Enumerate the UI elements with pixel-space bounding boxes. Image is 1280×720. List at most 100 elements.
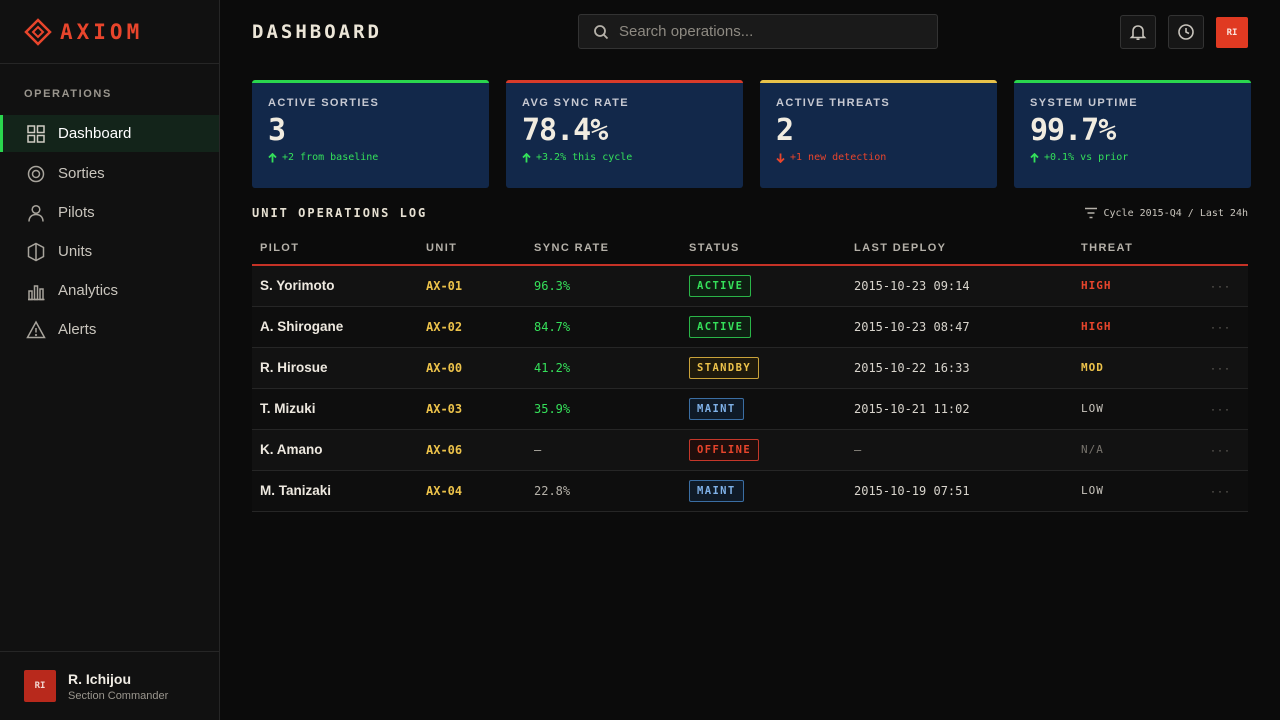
stat-card-active-sorties[interactable]: ACTIVE SORTIES 3 +2 from baseline — [252, 80, 489, 188]
user-name: R. Ichijou — [68, 670, 131, 687]
sidebar-item-pilots[interactable]: Pilots — [0, 193, 219, 232]
pilot-name: A. Shirogane — [252, 306, 418, 348]
notifications-button[interactable] — [1120, 15, 1156, 49]
unit-id: AX-02 — [418, 306, 526, 348]
row-menu-button[interactable]: ··· — [1173, 306, 1248, 348]
row-menu-button[interactable]: ··· — [1173, 388, 1248, 430]
table-row[interactable]: K. Amano AX-06 — OFFLINE — N/A ··· — [252, 429, 1248, 471]
stat-card-active-threats[interactable]: ACTIVE THREATS 2 +1 new detection — [760, 80, 997, 188]
unit-id: AX-04 — [418, 470, 526, 512]
stat-value: 2 — [776, 113, 794, 148]
unit-id: AX-03 — [418, 388, 526, 430]
sync-rate: 22.8% — [526, 470, 681, 512]
stat-delta: +3.2% this cycle — [522, 152, 727, 163]
pilot-name: T. Mizuki — [252, 388, 418, 430]
log-filter[interactable]: Cycle 2015-Q4 / Last 24h — [1084, 207, 1249, 219]
column-header-unit[interactable]: UNIT — [418, 232, 526, 266]
sidebar-item-sorties[interactable]: Sorties — [0, 154, 219, 193]
stat-delta-text: +0.1% vs prior — [1044, 152, 1129, 163]
status-cell: MAINT — [681, 388, 846, 430]
arrow-up-icon — [1030, 152, 1039, 162]
last-deploy: 2015-10-19 07:51 — [846, 470, 1073, 512]
table-row[interactable]: M. Tanizaki AX-04 22.8% MAINT 2015-10-19… — [252, 470, 1248, 512]
stat-delta-text: +3.2% this cycle — [536, 152, 633, 163]
column-header-status[interactable]: STATUS — [681, 232, 846, 266]
stat-delta: +2 from baseline — [268, 152, 473, 163]
pilot-name: R. Hirosue — [252, 347, 418, 389]
table-row[interactable]: T. Mizuki AX-03 35.9% MAINT 2015-10-21 1… — [252, 388, 1248, 430]
column-header-last-deploy[interactable]: LAST DEPLOY — [846, 232, 1073, 266]
stat-label: AVG SYNC RATE — [522, 97, 630, 109]
column-header-pilot[interactable]: PILOT — [252, 232, 418, 266]
sidebar-item-label: Sorties — [58, 165, 105, 182]
user-info: R. Ichijou Section Commander — [68, 671, 168, 702]
sync-rate: 84.7% — [526, 306, 681, 348]
user-role: Section Commander — [68, 689, 169, 702]
table-row[interactable]: A. Shirogane AX-02 84.7% ACTIVE 2015-10-… — [252, 306, 1248, 348]
status-badge: ACTIVE — [689, 315, 752, 338]
stat-card-system-uptime[interactable]: SYSTEM UPTIME 99.7% +0.1% vs prior — [1014, 80, 1251, 188]
sidebar-item-label: Analytics — [58, 282, 119, 299]
top-actions: RI — [1120, 15, 1248, 49]
last-deploy: — — [846, 429, 1073, 471]
brand[interactable]: AXIOM — [0, 0, 219, 64]
stat-label: ACTIVE SORTIES — [268, 97, 380, 109]
stat-card-avg-sync-rate[interactable]: AVG SYNC RATE 78.4% +3.2% this cycle — [506, 80, 743, 188]
last-deploy: 2015-10-23 08:47 — [846, 306, 1073, 348]
log-header: UNIT OPERATIONS LOG Cycle 2015-Q4 / Last… — [252, 206, 1248, 220]
table-row[interactable]: S. Yorimoto AX-01 96.3% ACTIVE 2015-10-2… — [252, 265, 1248, 307]
threat-level: N/A — [1073, 429, 1173, 471]
sidebar-item-dashboard[interactable]: Dashboard — [0, 115, 219, 152]
page-title: DASHBOARD — [252, 21, 382, 43]
threat-level: LOW — [1073, 388, 1173, 430]
last-deploy: 2015-10-21 11:02 — [846, 388, 1073, 430]
row-menu-button[interactable]: ··· — [1173, 347, 1248, 389]
pilot-name: M. Tanizaki — [252, 470, 418, 512]
history-button[interactable] — [1168, 15, 1204, 49]
row-menu-button[interactable]: ··· — [1173, 265, 1248, 307]
sidebar-item-label: Pilots — [58, 204, 95, 221]
threat-level: LOW — [1073, 470, 1173, 512]
log-title: UNIT OPERATIONS LOG — [252, 206, 428, 220]
stat-value: 78.4% — [522, 113, 608, 148]
unit-id: AX-06 — [418, 429, 526, 471]
stat-delta: +1 new detection — [776, 152, 981, 163]
log-filter-text: Cycle 2015-Q4 / Last 24h — [1103, 207, 1249, 219]
search-icon — [594, 24, 609, 39]
row-menu-button[interactable]: ··· — [1173, 429, 1248, 471]
threat-level: HIGH — [1073, 265, 1173, 307]
unit-id: AX-00 — [418, 347, 526, 389]
target-icon — [27, 165, 45, 182]
stat-delta-text: +2 from baseline — [282, 152, 379, 163]
clock-icon — [1178, 24, 1194, 40]
status-badge: OFFLINE — [689, 438, 760, 461]
row-menu-button[interactable]: ··· — [1173, 470, 1248, 512]
column-header-threat[interactable]: THREAT — [1073, 232, 1173, 266]
table-row[interactable]: R. Hirosue AX-00 41.2% STANDBY 2015-10-2… — [252, 347, 1248, 389]
pilot-name: S. Yorimoto — [252, 265, 418, 307]
warning-icon — [26, 319, 46, 338]
sync-rate: 41.2% — [526, 347, 681, 389]
search-input[interactable] — [619, 23, 919, 40]
column-header-sync-rate[interactable]: SYNC RATE — [526, 232, 681, 266]
status-badge: ACTIVE — [689, 274, 752, 297]
sidebar-item-units[interactable]: Units — [0, 232, 219, 271]
table-header-row: PILOT UNIT SYNC RATE STATUS LAST DEPLOY … — [252, 232, 1248, 266]
sidebar-item-label: Units — [58, 243, 93, 260]
stat-value: 3 — [268, 113, 286, 148]
status-cell: ACTIVE — [681, 265, 846, 307]
arrow-down-icon — [776, 153, 785, 163]
stat-value: 99.7% — [1030, 113, 1116, 148]
search-box[interactable] — [578, 14, 938, 49]
topbar: DASHBOARD RI — [220, 0, 1280, 64]
threat-level: MOD — [1073, 347, 1173, 389]
sidebar-item-label: Alerts — [58, 321, 97, 338]
profile-avatar-button[interactable]: RI — [1216, 17, 1248, 48]
sidebar-item-analytics[interactable]: Analytics — [0, 271, 219, 310]
sidebar-item-alerts[interactable]: Alerts — [0, 310, 219, 349]
main-content: DASHBOARD RI ACTIVE SORTIES 3 — [220, 0, 1280, 720]
last-deploy: 2015-10-22 16:33 — [846, 347, 1073, 389]
sidebar-user[interactable]: RI R. Ichijou Section Commander — [0, 651, 219, 720]
stat-cards: ACTIVE SORTIES 3 +2 from baseline AVG SY… — [252, 80, 1251, 188]
threat-level: HIGH — [1073, 306, 1173, 348]
